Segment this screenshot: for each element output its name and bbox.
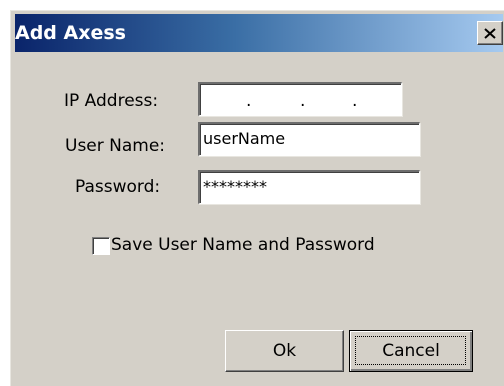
username-field[interactable]: userName: [198, 122, 420, 156]
save-credentials-checkbox[interactable]: [92, 237, 110, 255]
ip-separator-2: .: [300, 91, 306, 111]
window-title: Add Axess: [15, 22, 126, 44]
password-label: Password:: [75, 177, 161, 197]
close-button[interactable]: [477, 21, 503, 45]
ip-address-field[interactable]: . . .: [198, 82, 402, 116]
save-credentials-label[interactable]: Save User Name and Password: [111, 234, 375, 256]
close-icon: [484, 27, 496, 39]
cancel-button[interactable]: Cancel: [349, 330, 473, 372]
ip-separator-1: .: [246, 91, 252, 111]
cancel-button-label: Cancel: [382, 341, 440, 361]
password-field[interactable]: ********: [198, 170, 420, 204]
ok-button-label: Ok: [272, 341, 297, 361]
ip-separator-3: .: [352, 91, 358, 111]
add-axess-dialog: Add Axess IP Address: . . . User Name: u…: [10, 10, 504, 386]
ok-button[interactable]: Ok: [225, 330, 344, 372]
title-bar[interactable]: Add Axess: [15, 14, 503, 52]
ip-address-label: IP Address:: [64, 91, 159, 111]
username-label: User Name:: [65, 136, 166, 156]
